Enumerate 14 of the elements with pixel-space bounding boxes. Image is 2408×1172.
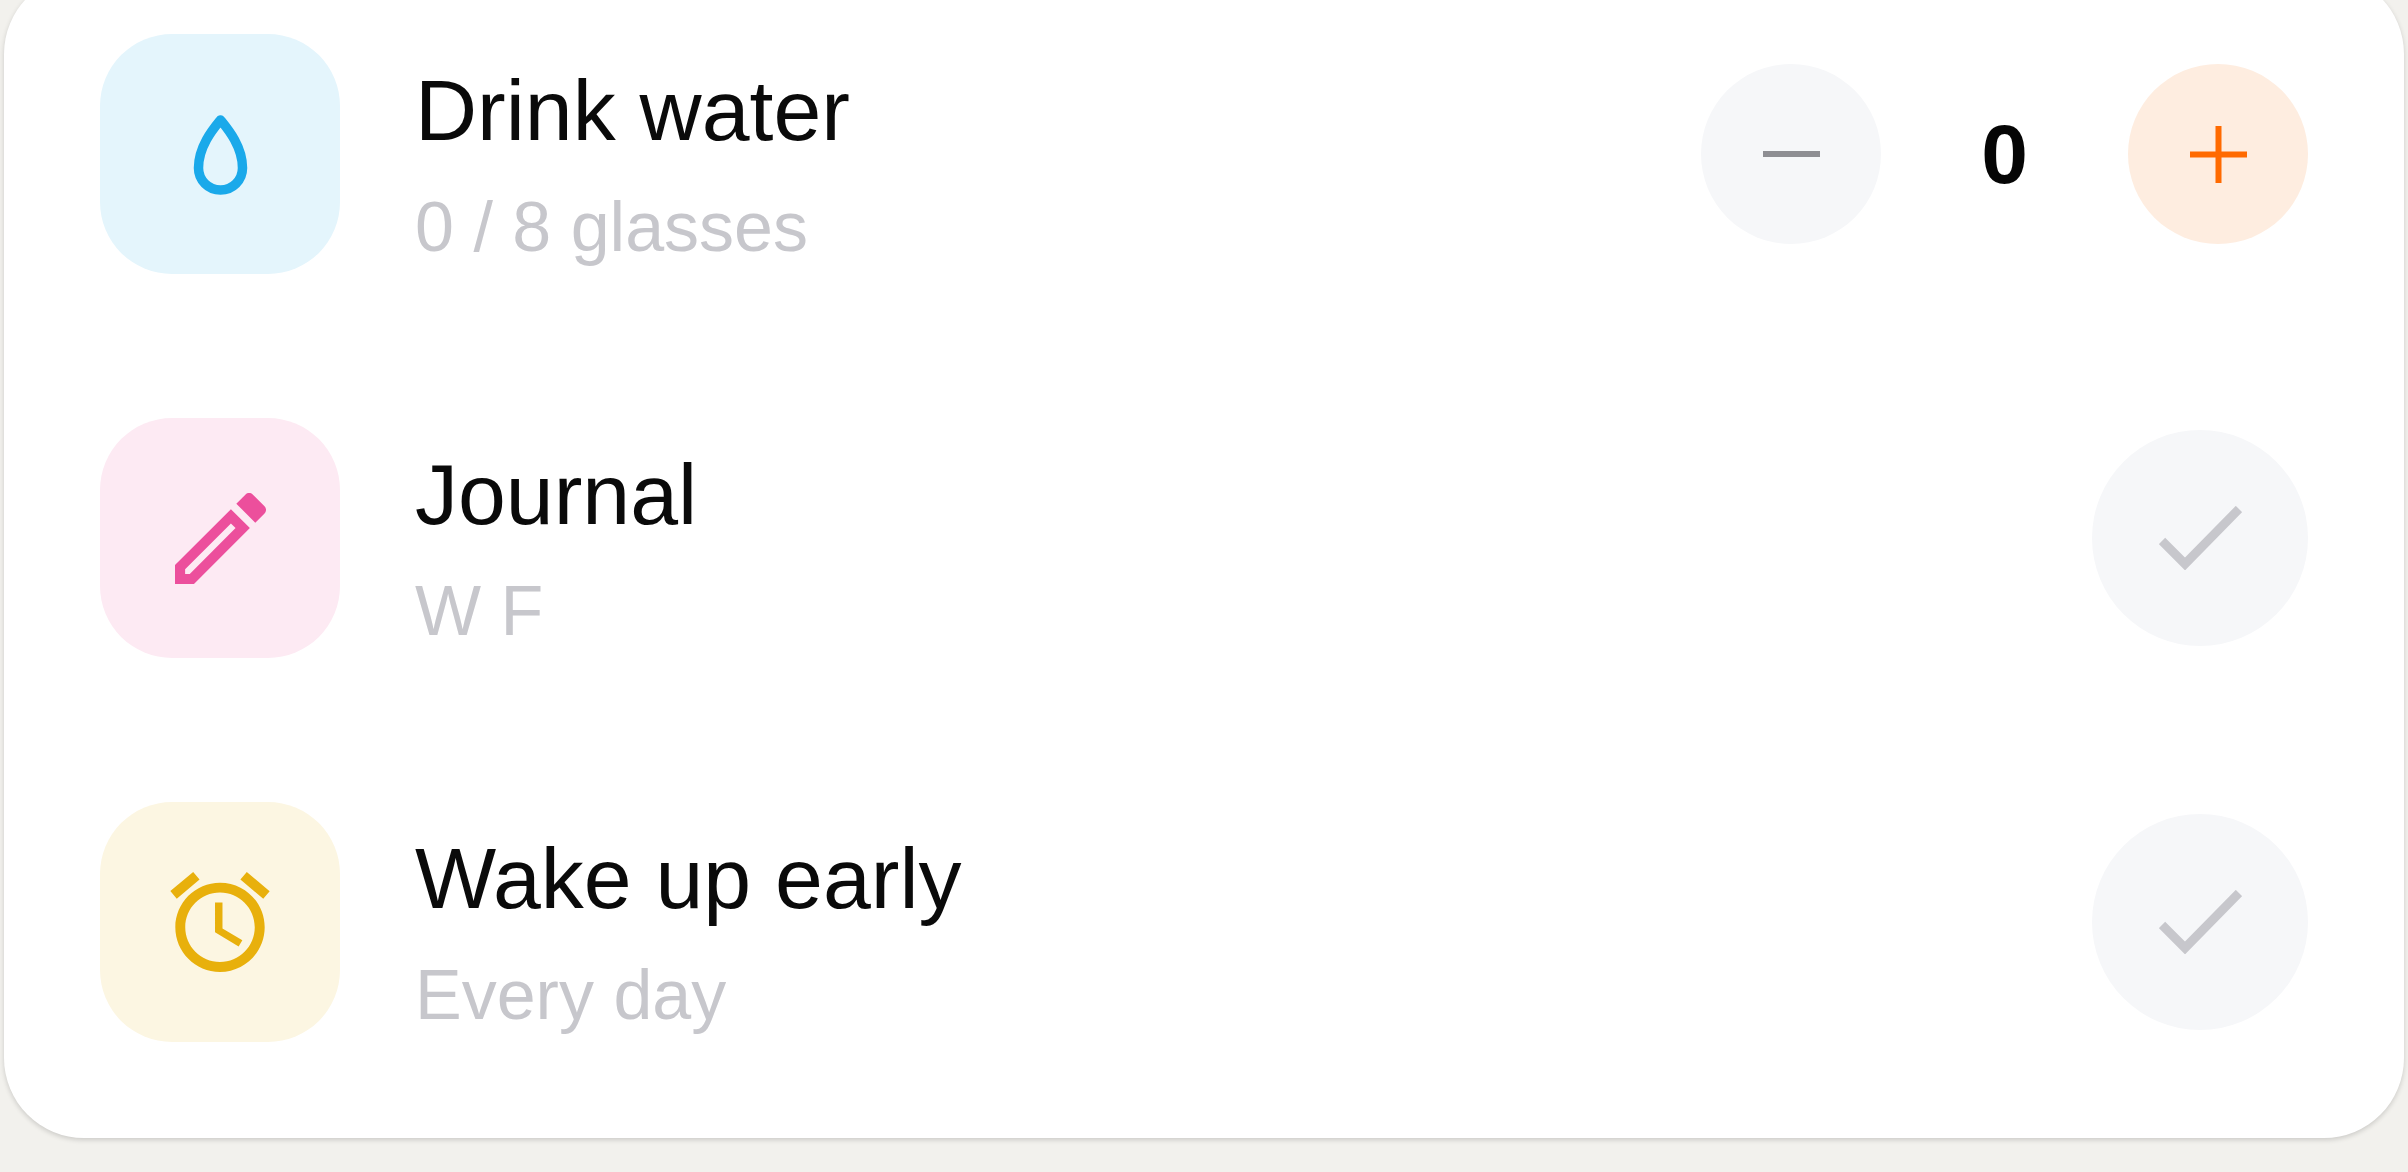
check-icon — [2158, 506, 2242, 570]
plus-icon — [2189, 125, 2247, 183]
minus-icon — [1762, 151, 1820, 157]
habit-subtitle: 0 / 8 glasses — [415, 187, 808, 269]
pencil-icon — [100, 418, 340, 658]
habit-subtitle: Every day — [415, 955, 727, 1037]
habit-subtitle: W F — [415, 571, 544, 653]
alarm-clock-icon — [100, 802, 340, 1042]
water-drop-icon — [100, 34, 340, 274]
habit-title: Journal — [415, 445, 698, 544]
habit-title: Wake up early — [415, 829, 962, 928]
count-value: 0 — [1981, 105, 2028, 203]
check-icon — [2158, 890, 2242, 954]
habit-title: Drink water — [415, 61, 850, 160]
